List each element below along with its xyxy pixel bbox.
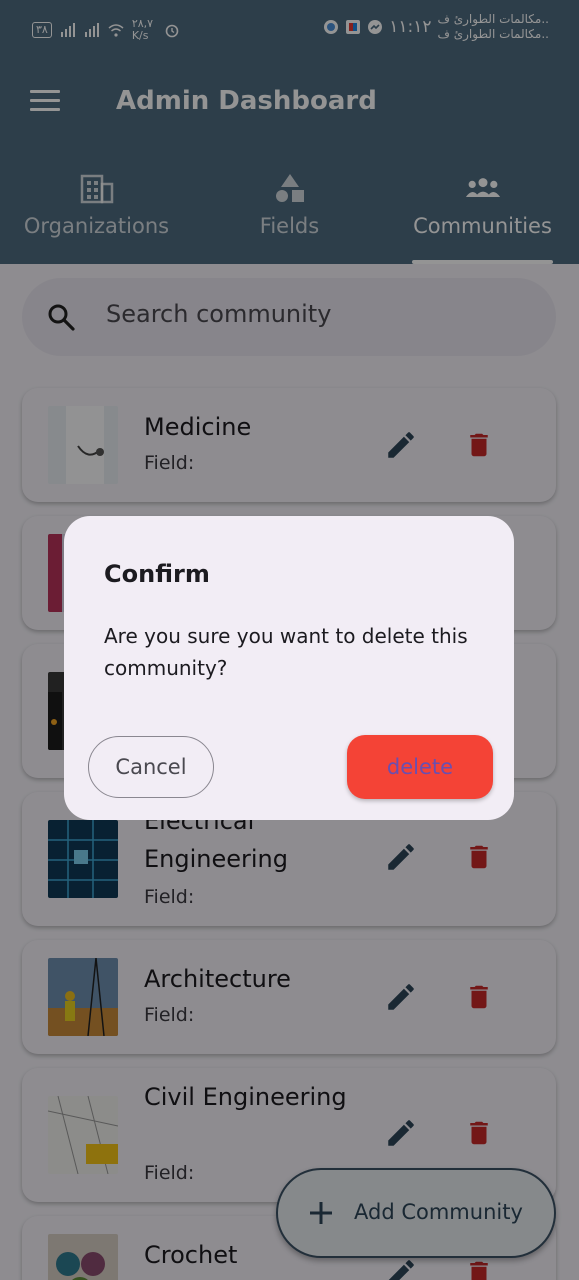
confirm-dialog: Confirm Are you sure you want to delete …: [64, 516, 514, 820]
dialog-message: Are you sure you want to delete this com…: [104, 624, 468, 680]
cancel-button[interactable]: Cancel: [88, 736, 214, 798]
dialog-title: Confirm: [104, 560, 210, 588]
delete-button[interactable]: delete: [347, 735, 493, 799]
